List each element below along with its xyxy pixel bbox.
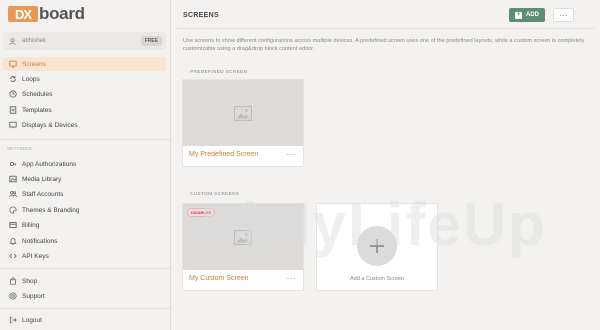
sidebar-item-label: Shop xyxy=(22,277,38,285)
key-icon xyxy=(9,160,17,168)
sidebar-item-app-authorizations[interactable]: App Authorizations xyxy=(3,157,166,171)
sidebar-item-screens[interactable]: Screens xyxy=(3,57,166,71)
sidebar-item-notifications[interactable]: Notifications xyxy=(3,234,166,248)
sidebar: DX board abhishek FREE Screens Loops Sch… xyxy=(0,0,171,330)
plus-icon: + xyxy=(515,11,522,19)
sidebar-item-support[interactable]: Support xyxy=(3,289,166,303)
sidebar-item-logout[interactable]: Logout xyxy=(3,313,166,327)
user-menu[interactable]: abhishek FREE xyxy=(3,32,166,50)
header-divider xyxy=(177,28,595,29)
sidebar-item-media-library[interactable]: Media Library xyxy=(3,172,166,186)
sidebar-item-label: Schedules xyxy=(22,90,53,98)
image-placeholder-icon xyxy=(234,105,252,121)
code-icon xyxy=(9,252,17,260)
user-icon xyxy=(9,32,16,50)
sidebar-item-label: Loops xyxy=(22,75,40,83)
sidebar-divider xyxy=(0,139,171,140)
display-icon xyxy=(9,121,17,129)
predefined-heading: PREDEFINED SCREEN xyxy=(190,70,248,75)
sidebar-item-label: App Authorizations xyxy=(22,160,77,168)
shop-icon xyxy=(9,277,17,285)
sidebar-item-loops[interactable]: Loops xyxy=(3,72,166,86)
sidebar-item-templates[interactable]: Templates xyxy=(3,103,166,117)
screen-thumbnail[interactable] xyxy=(183,80,303,146)
logo[interactable]: DX board xyxy=(8,4,85,23)
sidebar-item-label: Logout xyxy=(22,316,42,324)
sidebar-item-billing[interactable]: Billing xyxy=(3,218,166,232)
sidebar-item-staff-accounts[interactable]: Staff Accounts xyxy=(3,187,166,201)
intro-text: Use screens to show different configurat… xyxy=(183,38,585,52)
screen-name-link[interactable]: My Custom Screen xyxy=(189,275,249,282)
sidebar-item-shop[interactable]: Shop xyxy=(3,274,166,288)
logo-mark: DX xyxy=(8,6,38,22)
plan-badge: FREE xyxy=(140,36,162,46)
sidebar-item-api-keys[interactable]: API Keys xyxy=(3,249,166,263)
sidebar-item-label: Themes & Branding xyxy=(22,206,80,214)
clock-icon xyxy=(9,90,17,98)
image-placeholder-icon xyxy=(234,229,252,245)
main-content: SCREENS + ADD ··· Use screens to show di… xyxy=(172,0,600,330)
sidebar-item-label: Support xyxy=(22,292,45,300)
screen-name-link[interactable]: My Predefined Screen xyxy=(189,151,258,158)
user-name: abhishek xyxy=(22,38,47,44)
add-custom-screen-label: Add a Custom Screen xyxy=(350,276,404,282)
loop-icon xyxy=(9,75,17,83)
logout-icon xyxy=(9,316,17,324)
sidebar-item-label: Billing xyxy=(22,221,40,229)
settings-heading: SETTINGS xyxy=(7,146,32,151)
add-button[interactable]: + ADD xyxy=(509,8,545,22)
sidebar-item-label: Templates xyxy=(22,106,52,114)
card-menu-icon[interactable]: ··· xyxy=(287,274,297,283)
support-icon xyxy=(9,292,17,300)
staff-icon xyxy=(9,190,17,198)
add-button-label: ADD xyxy=(526,12,539,18)
billing-icon xyxy=(9,221,17,229)
add-custom-screen-card[interactable]: Add a Custom Screen xyxy=(317,204,437,290)
screen-card[interactable]: My Predefined Screen ··· xyxy=(183,80,303,166)
template-icon xyxy=(9,106,17,114)
custom-heading: CUSTOM SCREENS xyxy=(190,192,240,197)
sidebar-item-label: Screens xyxy=(22,60,46,68)
card-menu-icon[interactable]: ··· xyxy=(287,150,297,159)
palette-icon xyxy=(9,206,17,214)
more-options-button[interactable]: ··· xyxy=(553,8,574,22)
sidebar-item-label: Displays & Devices xyxy=(22,121,78,129)
sidebar-item-label: Media Library xyxy=(22,175,62,183)
media-icon xyxy=(9,175,17,183)
sidebar-divider xyxy=(0,308,171,309)
screen-icon xyxy=(9,60,17,68)
bell-icon xyxy=(9,237,17,245)
sidebar-item-schedules[interactable]: Schedules xyxy=(3,87,166,101)
sidebar-item-label: Staff Accounts xyxy=(22,190,64,198)
page-title: SCREENS xyxy=(183,12,219,19)
sidebar-item-themes-branding[interactable]: Themes & Branding xyxy=(3,203,166,217)
screen-card[interactable]: DISABLED My Custom Screen ··· xyxy=(183,204,303,290)
sidebar-item-label: API Keys xyxy=(22,252,49,260)
sidebar-divider xyxy=(0,268,171,269)
logo-text: board xyxy=(39,4,85,23)
plus-icon xyxy=(357,226,397,266)
sidebar-item-displays-devices[interactable]: Displays & Devices xyxy=(3,118,166,132)
status-badge: DISABLED xyxy=(187,208,216,217)
sidebar-item-label: Notifications xyxy=(22,237,58,245)
